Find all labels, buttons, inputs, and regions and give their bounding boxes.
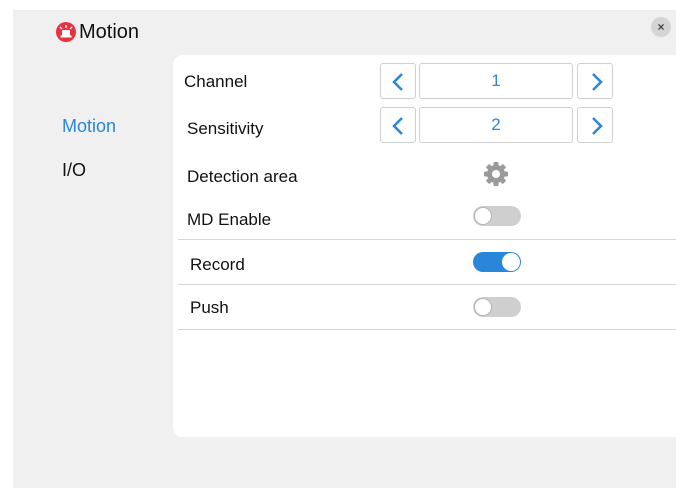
channel-next-button[interactable] xyxy=(577,63,613,99)
gear-icon[interactable] xyxy=(481,159,511,194)
channel-value[interactable]: 1 xyxy=(419,63,573,99)
toggle-knob xyxy=(474,207,492,225)
channel-prev-button[interactable] xyxy=(380,63,416,99)
md-enable-label: MD Enable xyxy=(187,210,272,229)
dialog-title: Motion xyxy=(79,21,140,43)
sensitivity-next-button[interactable] xyxy=(577,107,613,143)
row-divider xyxy=(178,239,676,240)
channel-label: Channel xyxy=(184,72,248,91)
push-label: Push xyxy=(190,298,229,317)
record-toggle[interactable] xyxy=(473,252,521,272)
row-divider xyxy=(178,329,676,330)
chevron-left-icon xyxy=(392,73,403,91)
sensitivity-prev-button[interactable] xyxy=(380,107,416,143)
row-divider xyxy=(178,284,676,285)
toggle-knob xyxy=(474,298,492,316)
chevron-left-icon xyxy=(392,117,403,135)
push-toggle[interactable] xyxy=(473,297,521,317)
sidebar-item-motion[interactable]: Motion xyxy=(62,116,116,137)
chevron-right-icon xyxy=(592,73,603,91)
close-button[interactable]: × xyxy=(651,17,671,37)
record-label: Record xyxy=(190,255,245,274)
alarm-icon xyxy=(56,22,76,42)
md-enable-toggle[interactable] xyxy=(473,206,521,226)
sensitivity-label: Sensitivity xyxy=(187,119,264,138)
toggle-knob xyxy=(502,253,520,271)
chevron-right-icon xyxy=(592,117,603,135)
sensitivity-value[interactable]: 2 xyxy=(419,107,573,143)
sidebar-item-io[interactable]: I/O xyxy=(62,160,86,181)
detection-area-label: Detection area xyxy=(187,167,298,186)
